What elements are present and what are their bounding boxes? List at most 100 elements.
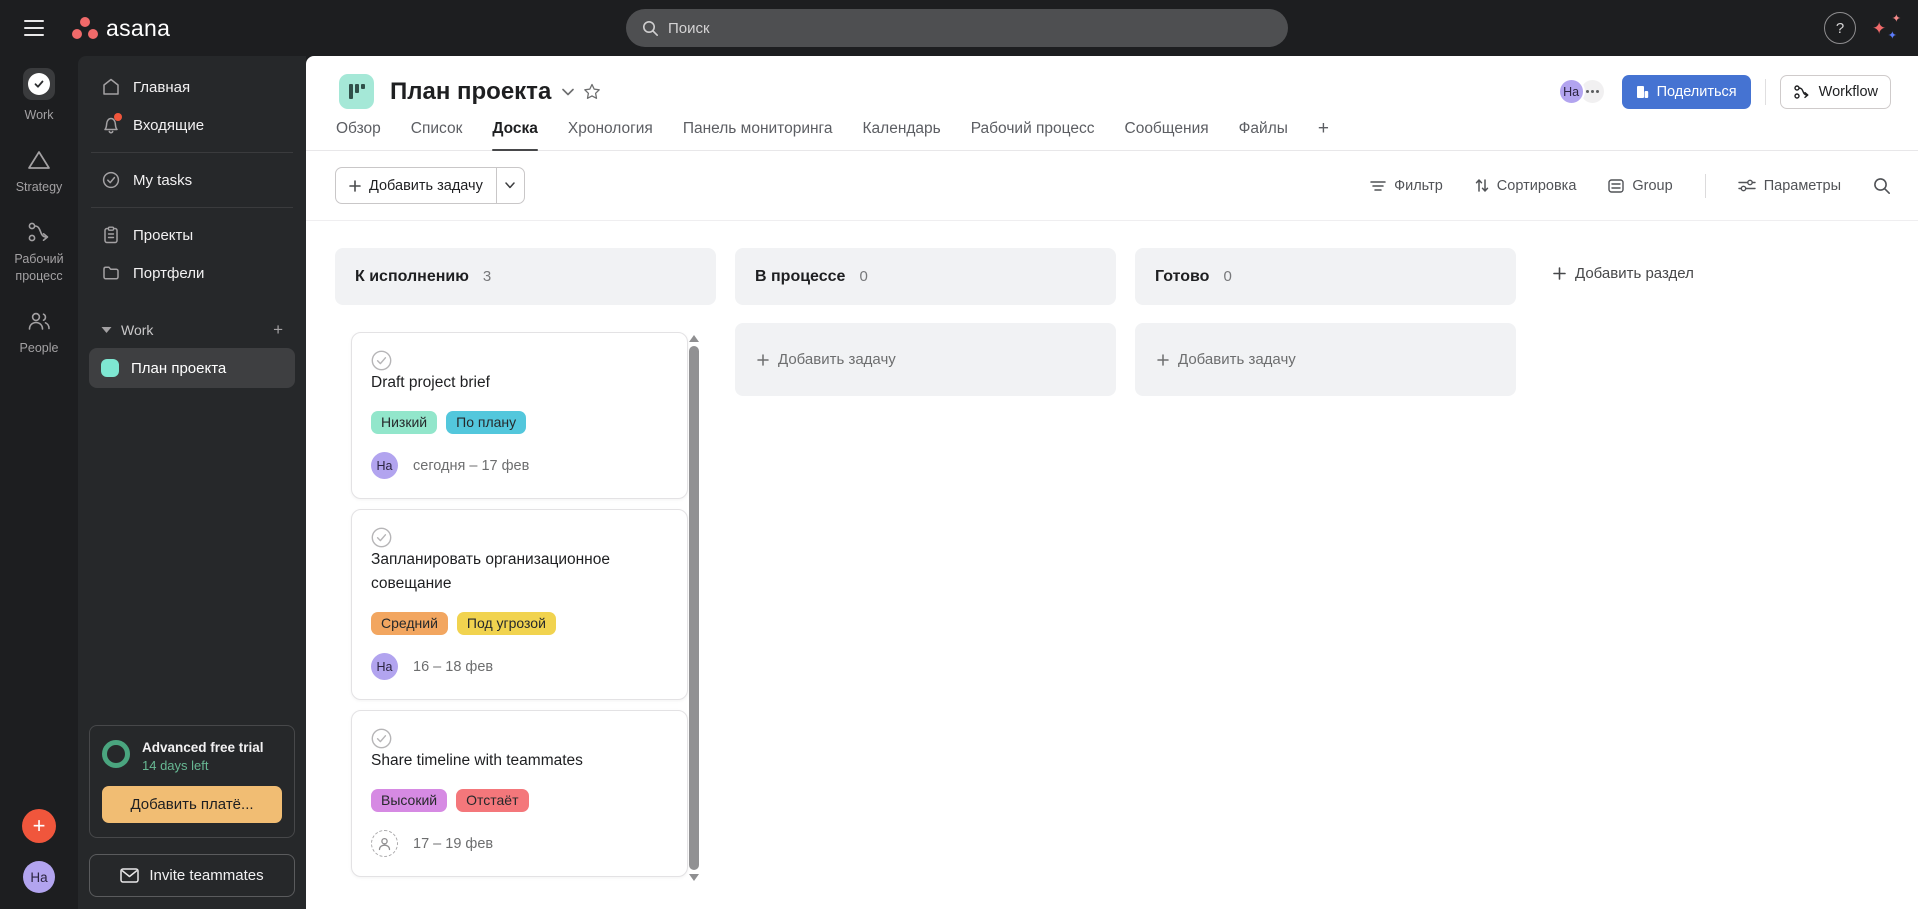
trial-progress-ring [102,740,130,768]
scroll-down-arrow[interactable] [689,874,699,881]
task-card[interactable]: Draft project brief Низкий По плану На с… [351,332,688,500]
task-title: Draft project brief [371,350,668,395]
board-toolbar: Добавить задачу Фильтр Сортировка Group [306,151,1918,221]
column-header-todo[interactable]: К исполнению 3 [335,248,716,305]
sidebar-item-my-tasks[interactable]: My tasks [89,161,295,199]
unassigned-avatar-icon[interactable] [371,830,398,858]
column-scrollbar[interactable] [688,335,700,881]
filter-button[interactable]: Фильтр [1370,178,1443,194]
task-check-icon[interactable] [371,350,392,371]
options-label: Параметры [1763,177,1841,194]
assignee-avatar[interactable]: На [371,653,398,681]
sort-icon [1475,179,1489,192]
priority-badge[interactable]: Низкий [371,411,438,435]
plus-icon [757,353,769,366]
tab-workflow[interactable]: Рабочий процесс [971,120,1095,150]
due-dates: 16 – 18 фев [413,658,494,675]
sidebar-divider [91,152,293,153]
workflow-button[interactable]: Workflow [1779,74,1891,109]
column-header-in-progress[interactable]: В процессе 0 [735,248,1116,305]
rail-item-strategy[interactable]: Strategy [15,148,63,196]
column-add-task-button[interactable]: Добавить задачу [1135,323,1516,396]
sort-button[interactable]: Сортировка [1475,178,1576,194]
task-title: Share timeline with teammates [371,728,668,773]
scrollbar-thumb[interactable] [689,346,699,870]
priority-badge[interactable]: Средний [371,612,448,636]
kanban-board: К исполнению 3 Draft project brief Низки… [306,221,1918,881]
sidebar-item-label: Портфели [133,264,205,282]
add-task-split-button[interactable]: Добавить задачу [335,167,525,204]
notification-dot [114,113,122,121]
tab-overview[interactable]: Обзор [336,120,381,150]
tab-timeline[interactable]: Хронология [568,120,653,150]
star-icon[interactable] [583,83,601,100]
project-board-icon[interactable] [339,74,374,109]
help-button[interactable]: ? [1824,12,1856,44]
tab-add-icon[interactable]: + [1318,118,1329,152]
scroll-up-arrow[interactable] [689,335,699,342]
user-avatar[interactable]: На [23,861,55,893]
sidebar-project-plan-proekta[interactable]: План проекта [89,348,295,388]
sliders-icon [1738,179,1756,192]
rail-label-strategy: Strategy [15,179,63,194]
rail-item-workflow[interactable]: Рабочий процесс [5,220,73,285]
rail-item-people[interactable]: People [20,309,58,357]
options-button[interactable]: Параметры [1738,178,1841,194]
sidebar-item-home[interactable]: Главная [89,68,295,106]
add-project-icon[interactable]: + [273,320,283,340]
hamburger-menu-icon[interactable] [14,8,54,48]
column-add-task-button[interactable]: Добавить задачу [735,323,1116,396]
tab-list[interactable]: Список [411,120,463,150]
ai-sparkles-icon[interactable]: ✦ ✦ ✦ [1872,14,1902,42]
add-section-button[interactable]: Добавить раздел [1553,265,1694,282]
board-column-in-progress: В процессе 0 Добавить задачу [735,248,1116,396]
share-button[interactable]: Поделиться [1621,74,1751,109]
priority-badge[interactable]: Высокий [371,789,448,813]
header-divider [1764,78,1766,105]
chevron-down-icon [101,327,112,333]
rail-item-work[interactable]: Work [23,68,55,124]
add-task-caret-button[interactable] [495,168,524,203]
column-header-done[interactable]: Готово 0 [1135,248,1516,305]
tab-board[interactable]: Доска [492,120,538,151]
workflow-button-icon [1793,84,1809,99]
status-badge[interactable]: По плану [446,411,527,435]
board-column-todo: К исполнению 3 Draft project brief Низки… [335,248,716,881]
tab-dashboard[interactable]: Панель мониторинга [683,120,833,150]
sidebar-item-projects[interactable]: Проекты [89,216,295,254]
add-task-button[interactable]: Добавить задачу [336,168,496,203]
task-check-icon[interactable] [371,728,392,749]
task-card[interactable]: Запланировать организационное совещание … [351,509,688,701]
assignee-avatar[interactable]: На [371,452,398,480]
tab-files[interactable]: Файлы [1239,120,1288,150]
strategy-triangle-icon [28,151,50,169]
workflow-icon [28,222,49,242]
column-count: 3 [482,268,492,285]
add-billing-button[interactable]: Добавить платё... [102,786,282,823]
title-chevron-down-icon[interactable] [562,88,575,96]
board-search-button[interactable] [1873,177,1891,195]
column-title: Готово [1155,267,1210,285]
sidebar-section-work[interactable]: Work + [89,312,295,348]
workflow-label: Workflow [1818,83,1878,100]
page-title: План проекта [390,77,552,105]
folder-icon [103,266,119,280]
group-button[interactable]: Group [1608,178,1673,194]
create-button[interactable]: + [22,809,56,843]
bell-icon [101,113,122,135]
search-input[interactable]: Поиск [626,9,1288,47]
task-card[interactable]: Share timeline with teammates Высокий От… [351,710,688,878]
asana-logo[interactable]: asana [72,15,170,42]
task-check-icon[interactable] [371,527,392,548]
add-task-label: Добавить задачу [778,351,896,368]
member-avatar[interactable]: На [1557,78,1585,105]
tab-messages[interactable]: Сообщения [1125,120,1209,150]
status-badge[interactable]: Отстаёт [456,789,529,813]
status-badge[interactable]: Под угрозой [456,612,556,636]
sidebar-item-label: My tasks [133,171,193,189]
sidebar-item-portfolios[interactable]: Портфели [89,254,295,292]
invite-teammates-button[interactable]: Invite teammates [89,854,295,897]
tab-calendar[interactable]: Календарь [863,120,941,150]
asana-wordmark: asana [106,14,171,41]
sidebar-item-inbox[interactable]: Входящие [89,106,295,144]
